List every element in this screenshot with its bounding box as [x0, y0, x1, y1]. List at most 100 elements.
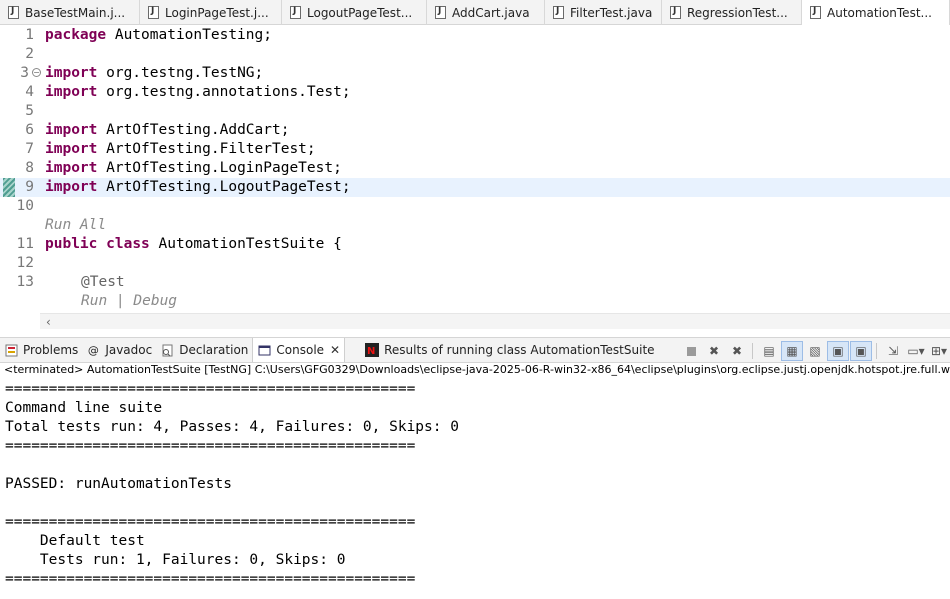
code-line: 13 @Test [0, 273, 950, 292]
console-line: ========================================… [5, 514, 416, 530]
tab-label: Console [276, 343, 325, 357]
remove-all-terminated-icon[interactable]: ✖ [726, 341, 748, 361]
keyword: package [45, 27, 107, 43]
console-output[interactable]: ========================================… [0, 378, 950, 599]
tab-javadoc[interactable]: @ Javadoc [82, 338, 156, 362]
console-line: ========================================… [5, 381, 416, 397]
code-text: ArtOfTesting.LogoutPageTest; [97, 179, 351, 195]
editor-tab-logoutpagetest[interactable]: LogoutPageTest... [282, 0, 427, 25]
line-number: 7 [25, 141, 34, 157]
java-file-icon [435, 6, 446, 19]
code-text: ArtOfTesting.AddCart; [97, 122, 290, 138]
java-file-icon [8, 6, 19, 19]
line-number: 5 [25, 103, 34, 119]
annotation: @Test [81, 274, 125, 290]
line-number: 9 [25, 179, 34, 195]
code-minings: Run All [0, 216, 950, 235]
display-console-icon[interactable]: ▭▾ [905, 341, 927, 361]
console-line: ========================================… [5, 571, 416, 587]
line-number: 12 [16, 255, 34, 271]
clear-console-icon[interactable]: ▤ [758, 341, 780, 361]
java-file-icon [553, 6, 564, 19]
run-debug-link[interactable]: Run | Debug [81, 292, 177, 311]
testng-icon: N [365, 343, 380, 357]
console-line: ========================================… [5, 438, 416, 454]
code-text: org.testng.TestNG; [97, 65, 264, 81]
keyword: import [45, 160, 98, 176]
editor-tab-basetestmain[interactable]: BaseTestMain.j... [0, 0, 140, 25]
line-number: 2 [25, 46, 34, 62]
scroll-lock-icon[interactable]: ▦ [781, 341, 803, 361]
scroll-left-icon[interactable]: ‹ [46, 315, 51, 329]
svg-text:N: N [367, 346, 375, 357]
show-console-stdout-icon[interactable]: ▣ [827, 341, 849, 361]
java-file-icon [810, 6, 821, 19]
line-number: 6 [25, 122, 34, 138]
code-line: 4 import org.testng.annotations.Test; [0, 83, 950, 102]
editor-tab-label: LoginPageTest.j... [165, 5, 269, 20]
remove-launch-icon[interactable]: ✖ [703, 341, 725, 361]
editor-tab-loginpagetest[interactable]: LoginPageTest.j... [140, 0, 282, 25]
line-number: 13 [16, 274, 34, 290]
tab-label: Problems [23, 343, 79, 357]
line-number: 8 [25, 160, 34, 176]
code-text: ArtOfTesting.FilterTest; [97, 141, 316, 157]
editor-tab-automationtestsuite[interactable]: AutomationTest... [802, 0, 950, 25]
horizontal-scrollbar[interactable]: ‹ [40, 313, 950, 329]
line-number: 11 [16, 236, 34, 252]
code-line: 1 package AutomationTesting; [0, 26, 950, 45]
code-line: 11 public class AutomationTestSuite { [0, 235, 950, 254]
java-file-icon [670, 6, 681, 19]
declaration-icon [160, 343, 174, 357]
open-console-icon[interactable]: ⊞▾ [928, 341, 950, 361]
console-line: Tests run: 1, Failures: 0, Skips: 0 [5, 552, 346, 568]
code-editor[interactable]: 1 package AutomationTesting; 2 3 − impor… [0, 25, 950, 332]
code-line: 5 [0, 102, 950, 121]
editor-tab-label: AddCart.java [452, 5, 530, 20]
keyword: import [45, 141, 98, 157]
close-icon[interactable]: ✕ [330, 343, 340, 357]
code-line: 6 import ArtOfTesting.AddCart; [0, 121, 950, 140]
java-file-icon [290, 6, 301, 19]
problems-icon [4, 343, 18, 357]
tab-label: Javadoc [105, 343, 153, 357]
code-line: 7 import ArtOfTesting.FilterTest; [0, 140, 950, 159]
editor-tab-bar: BaseTestMain.j... LoginPageTest.j... Log… [0, 0, 950, 25]
word-wrap-icon[interactable]: ▧ [804, 341, 826, 361]
fold-toggle-icon[interactable]: − [32, 68, 41, 77]
code-line: 10 [0, 197, 950, 216]
keyword: import [45, 84, 98, 100]
editor-tab-addcart[interactable]: AddCart.java [427, 0, 545, 25]
run-all-link[interactable]: Run All [45, 216, 106, 235]
console-line: Default test [5, 533, 145, 549]
editor-tab-filtertest[interactable]: FilterTest.java [545, 0, 662, 25]
code-text: AutomationTestSuite { [149, 236, 342, 252]
keyword: import [45, 179, 98, 195]
at-sign-icon: @ [87, 343, 99, 357]
pin-console-icon[interactable]: ⇲ [882, 341, 904, 361]
tab-problems[interactable]: Problems [0, 338, 82, 362]
java-file-icon [148, 6, 159, 19]
code-text: ArtOfTesting.LoginPageTest; [97, 160, 342, 176]
tab-testng-results[interactable]: N Results of running class AutomationTes… [361, 338, 658, 362]
tab-label: Declaration [179, 343, 249, 357]
editor-tab-regressiontest[interactable]: RegressionTest... [662, 0, 802, 25]
editor-tab-label: LogoutPageTest... [307, 5, 413, 20]
editor-tab-label: BaseTestMain.j... [25, 5, 126, 20]
keyword: class [106, 236, 150, 252]
console-line: Total tests run: 4, Passes: 4, Failures:… [5, 419, 459, 435]
line-number: 4 [25, 84, 34, 100]
keyword: import [45, 65, 98, 81]
terminate-icon[interactable] [680, 341, 702, 361]
keyword: import [45, 122, 98, 138]
tab-declaration[interactable]: Declaration [156, 338, 252, 362]
view-tab-bar: Problems @ Javadoc Declaration Console ✕… [0, 337, 950, 363]
show-console-stderr-icon[interactable]: ▣ [850, 341, 872, 361]
code-line: 2 [0, 45, 950, 64]
tab-console[interactable]: Console ✕ [252, 338, 346, 362]
console-line: Command line suite [5, 400, 163, 416]
console-toolbar: ✖ ✖ ▤ ▦ ▧ ▣ ▣ ⇲ ▭▾ ⊞▾ [679, 340, 950, 362]
line-number: 10 [16, 198, 34, 214]
code-line: 8 import ArtOfTesting.LoginPageTest; [0, 159, 950, 178]
keyword: public [45, 236, 98, 252]
